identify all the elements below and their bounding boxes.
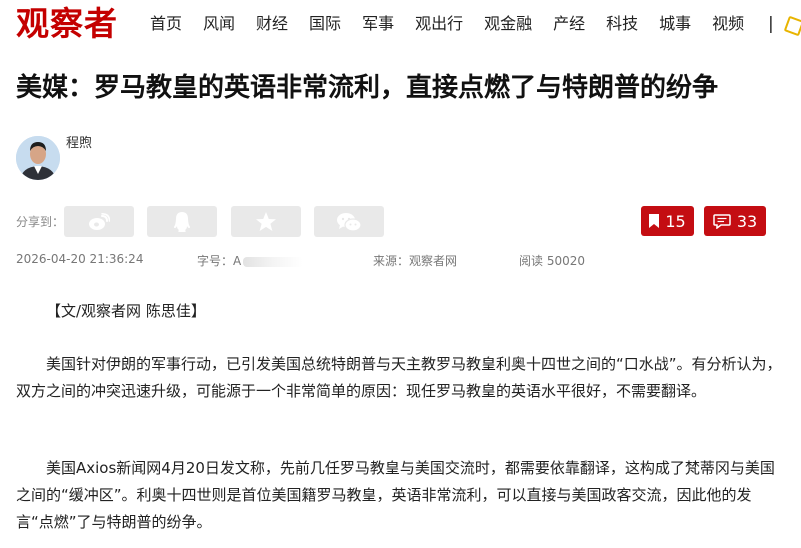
nav-item-fengwen[interactable]: 风闻	[203, 13, 235, 35]
site-logo[interactable]: 观察者	[16, 4, 118, 44]
qq-icon	[174, 211, 190, 232]
nav-divider: |	[768, 14, 774, 34]
share-label: 分享到：	[16, 215, 65, 229]
avatar[interactable]	[16, 136, 60, 180]
share-wechat-button[interactable]	[314, 206, 384, 237]
share-favorite-button[interactable]	[231, 206, 301, 237]
article-paragraph: 美国Axios新闻网4月20日发文称，先前几任罗马教皇与美国交流时，都需要依靠翻…	[16, 459, 775, 531]
read-count: 阅读 50020	[519, 254, 585, 268]
wechat-icon	[337, 212, 362, 232]
diamond-icon[interactable]	[783, 15, 801, 37]
comment-icon	[713, 213, 731, 229]
nav-item-video[interactable]: 视频	[712, 13, 744, 35]
comment-count: 33	[736, 211, 758, 231]
nav-item-banking[interactable]: 观金融	[484, 13, 532, 35]
nav-item-military[interactable]: 军事	[362, 13, 394, 35]
top-nav: 观察者 首页 风闻 财经 国际 军事 观出行 观金融 产经 科技 城事 视频 |	[0, 0, 801, 48]
nav-item-industry[interactable]: 产经	[553, 13, 585, 35]
nav-item-finance[interactable]: 财经	[256, 13, 288, 35]
nav-item-home[interactable]: 首页	[150, 13, 182, 35]
bookmark-button[interactable]: 15	[641, 206, 694, 236]
nav-menu: 首页 风闻 财经 国际 军事 观出行 观金融 产经 科技 城事 视频	[150, 13, 765, 35]
share-qq-button[interactable]	[147, 206, 217, 237]
author-name[interactable]: 程煦	[66, 132, 92, 151]
article-source: 来源：观察者网	[373, 254, 458, 268]
bookmark-icon	[649, 214, 660, 228]
font-size-options	[243, 256, 304, 267]
article-byline: 【文/观察者网 陈思佳】	[46, 302, 206, 320]
bookmark-count: 15	[665, 211, 686, 231]
article-paragraph: 美国针对伊朗的军事行动，已引发美国总统特朗普与天主教罗马教皇利奥十四世之间的“口…	[16, 355, 782, 400]
font-size-control[interactable]: 字号：A	[197, 252, 304, 269]
avatar-image	[16, 136, 60, 180]
weibo-icon	[89, 212, 110, 230]
comment-button[interactable]: 33	[704, 206, 766, 236]
star-icon	[256, 211, 276, 231]
share-weibo-button[interactable]	[64, 206, 134, 237]
nav-item-tech[interactable]: 科技	[606, 13, 638, 35]
font-size-value[interactable]: A	[233, 254, 241, 268]
nav-item-travel[interactable]: 观出行	[415, 13, 463, 35]
publish-datetime: 2026-04-20 21:36:24	[16, 252, 144, 266]
article-title: 美媒：罗马教皇的英语非常流利，直接点燃了与特朗普的纷争	[16, 73, 719, 103]
font-size-label: 字号：	[197, 254, 234, 268]
nav-item-city[interactable]: 城事	[659, 13, 691, 35]
nav-item-international[interactable]: 国际	[309, 13, 341, 35]
